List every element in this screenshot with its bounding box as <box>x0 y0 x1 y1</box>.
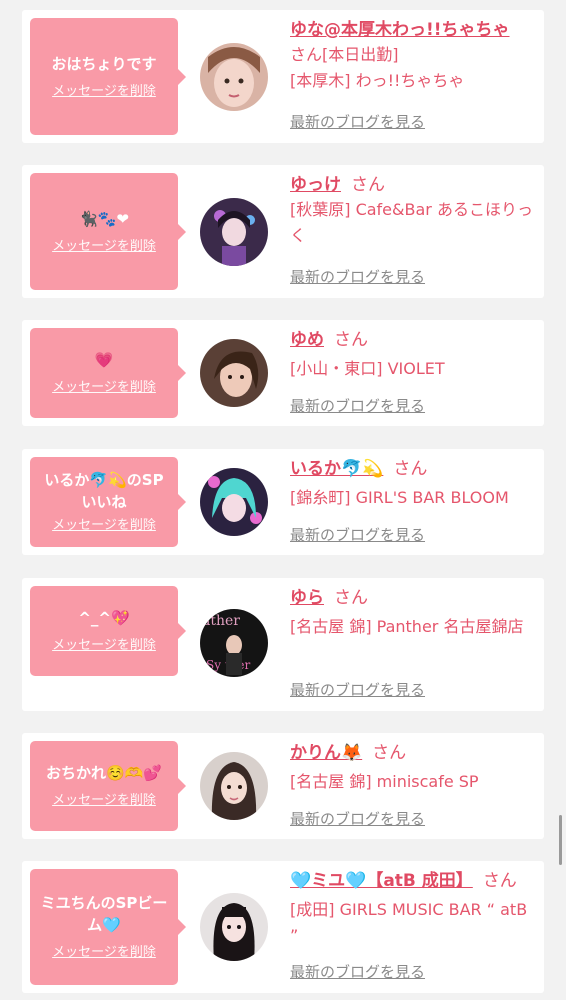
message-text: ミユちんのSPビーム🩵 <box>40 894 168 934</box>
message-card: おはちょりです メッセージを削除 ゆな@本厚木わっ!!ちゃちゃ さん[本日出勤]… <box>22 10 544 143</box>
latest-blog-link[interactable]: 最新のブログを見る <box>290 266 425 287</box>
latest-blog-link[interactable]: 最新のブログを見る <box>290 111 425 132</box>
message-text: 🐈‍⬛🐾❤ <box>79 209 129 228</box>
honorific: さん <box>351 175 385 195</box>
avatar-photo-icon: ather Sy ther <box>200 609 268 677</box>
delete-message-link[interactable]: メッセージを削除 <box>52 944 156 962</box>
scrollbar[interactable] <box>559 815 562 865</box>
shop-name: [名古屋 錦] miniscafe SP <box>290 772 479 791</box>
avatar-photo-icon <box>200 43 268 111</box>
shop-name: [小山・東口] VIOLET <box>290 359 445 378</box>
honorific: さん <box>334 330 368 350</box>
latest-blog-link[interactable]: 最新のブログを見る <box>290 524 425 545</box>
avatar-photo-icon <box>200 468 268 536</box>
cast-avatar[interactable] <box>200 893 268 961</box>
cast-avatar[interactable] <box>200 43 268 111</box>
message-bubble: 🐈‍⬛🐾❤ メッセージを削除 <box>30 173 186 290</box>
message-bubble: ミユちんのSPビーム🩵 メッセージを削除 <box>30 869 186 985</box>
message-card: いるか🐬💫のSPいいね メッセージを削除 いるか🐬💫 さん [錦糸町] GIRL'… <box>22 449 544 555</box>
message-bubble: おちかれ☺️🫶💕 メッセージを削除 <box>30 741 186 831</box>
shop-name: [成田] GIRLS MUSIC BAR “ atB ” <box>290 900 528 945</box>
message-bubble: おはちょりです メッセージを削除 <box>30 18 186 135</box>
message-card: ミユちんのSPビーム🩵 メッセージを削除 🩵ミユ🩵【atB 成田】 さん [成田]… <box>22 861 544 993</box>
shop-name: [錦糸町] GIRL'S BAR BLOOM <box>290 488 509 507</box>
message-card: 💗 メッセージを削除 ゆめ さん [小山・東口] VIOLET 最新のブログを見る <box>22 320 544 426</box>
avatar-photo-icon <box>200 893 268 961</box>
cast-name-link[interactable]: かりん🦊 <box>290 743 362 763</box>
delete-message-link[interactable]: メッセージを削除 <box>52 637 156 655</box>
cast-name-link[interactable]: いるか🐬💫 <box>290 459 383 479</box>
shop-name: [名古屋 錦] Panther 名古屋錦店 <box>290 617 524 636</box>
cast-avatar[interactable] <box>200 198 268 266</box>
shop-name: [秋葉原] Cafe&Bar あるこほりっく <box>290 200 533 245</box>
cast-avatar[interactable]: ather Sy ther <box>200 609 268 677</box>
cast-name-link[interactable]: ゆめ <box>290 330 324 350</box>
message-bubble: 💗 メッセージを削除 <box>30 328 186 418</box>
message-text: 💗 <box>94 351 114 369</box>
cast-name-link[interactable]: ゆっけ <box>290 175 341 195</box>
delete-message-link[interactable]: メッセージを削除 <box>52 379 156 397</box>
latest-blog-link[interactable]: 最新のブログを見る <box>290 679 425 700</box>
message-text: おちかれ☺️🫶💕 <box>45 764 163 782</box>
cast-avatar[interactable] <box>200 339 268 407</box>
avatar-photo-icon <box>200 198 268 266</box>
latest-blog-link[interactable]: 最新のブログを見る <box>290 808 425 829</box>
cast-avatar[interactable] <box>200 468 268 536</box>
shop-name: [本厚木] わっ!!ちゃちゃ <box>290 71 465 90</box>
message-text: ^_^💖 <box>78 609 130 627</box>
honorific: さん <box>482 871 517 891</box>
cast-name-link[interactable]: ゆな@本厚木わっ!!ちゃちゃ <box>290 20 510 40</box>
cast-status: さん[本日出勤] <box>290 45 399 64</box>
message-bubble: いるか🐬💫のSPいいね メッセージを削除 <box>30 457 186 547</box>
avatar-photo-icon <box>200 752 268 820</box>
delete-message-link[interactable]: メッセージを削除 <box>52 792 156 810</box>
message-text: おはちょりです <box>51 54 157 73</box>
delete-message-link[interactable]: メッセージを削除 <box>52 517 156 535</box>
cast-name-link[interactable]: ゆら <box>290 588 324 608</box>
honorific: さん <box>372 743 407 763</box>
honorific: さん <box>393 459 428 479</box>
message-list: おはちょりです メッセージを削除 ゆな@本厚木わっ!!ちゃちゃ さん[本日出勤]… <box>0 0 566 1000</box>
avatar-photo-icon <box>200 339 268 407</box>
message-text: いるか🐬💫のSPいいね <box>44 471 164 511</box>
message-bubble: ^_^💖 メッセージを削除 <box>30 586 186 676</box>
message-card: 🐈‍⬛🐾❤ メッセージを削除 ゆっけ さん [秋葉原] Cafe&Bar あるこほ… <box>22 165 544 298</box>
delete-message-link[interactable]: メッセージを削除 <box>52 238 156 256</box>
message-card: ^_^💖 メッセージを削除 ather Sy ther ゆらさん [名古屋 錦]… <box>22 578 544 711</box>
delete-message-link[interactable]: メッセージを削除 <box>52 83 156 101</box>
cast-avatar[interactable] <box>200 752 268 820</box>
svg-text:ather: ather <box>202 613 240 629</box>
message-card: おちかれ☺️🫶💕 メッセージを削除 かりん🦊 さん [名古屋 錦] minisca… <box>22 733 544 839</box>
cast-name-link[interactable]: 🩵ミユ🩵【atB 成田】 <box>290 871 473 891</box>
latest-blog-link[interactable]: 最新のブログを見る <box>290 961 425 982</box>
latest-blog-link[interactable]: 最新のブログを見る <box>290 395 425 416</box>
honorific: さん <box>334 588 368 608</box>
